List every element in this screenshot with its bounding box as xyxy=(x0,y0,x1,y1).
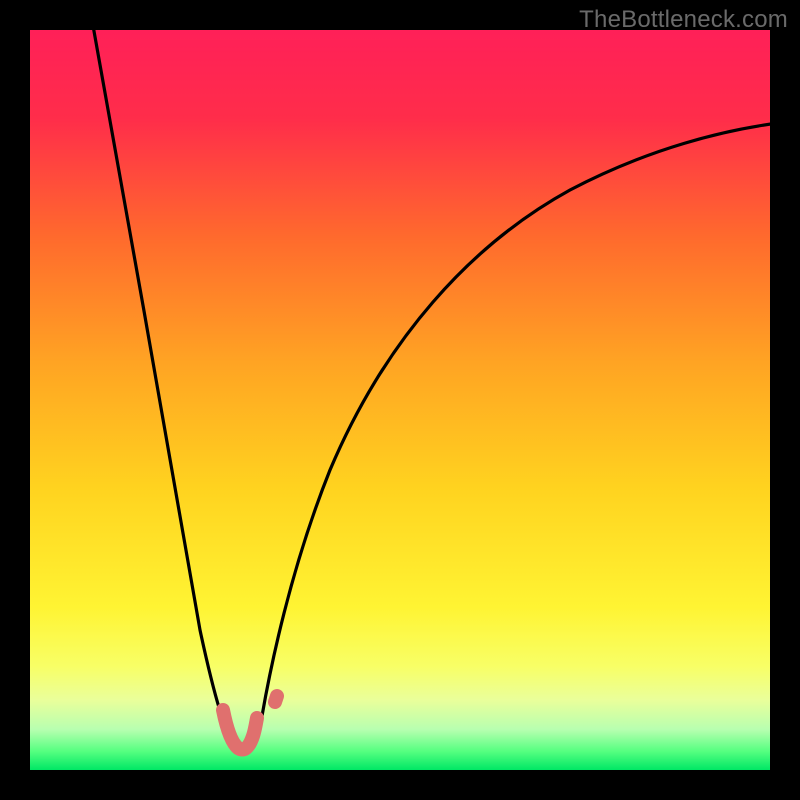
series-left-marker-cluster xyxy=(223,710,257,750)
series-right-curve xyxy=(262,123,770,716)
watermark-text: TheBottleneck.com xyxy=(579,6,788,34)
series-left-curve xyxy=(92,30,262,752)
plot-area xyxy=(30,30,770,770)
chart-frame: TheBottleneck.com xyxy=(0,0,800,800)
curves-layer xyxy=(30,30,770,770)
series-right-marker-dot xyxy=(275,696,277,702)
